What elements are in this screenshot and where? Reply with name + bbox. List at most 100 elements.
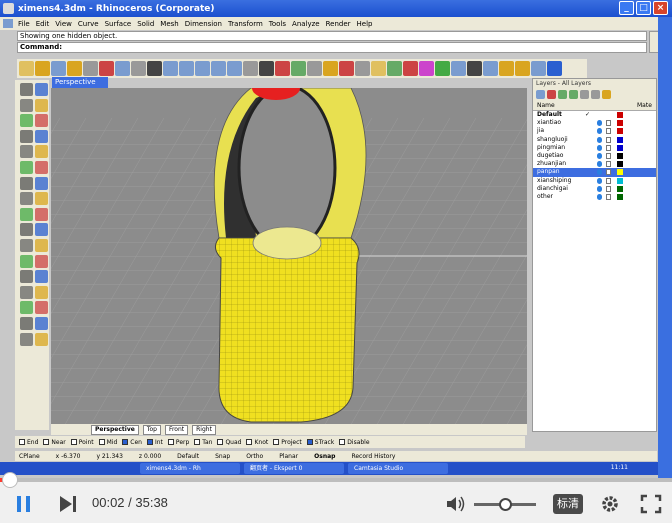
layer-row[interactable]: other [533,193,656,201]
visibility-bulb-icon[interactable] [597,185,602,192]
lock-icon[interactable] [467,61,482,76]
move-down-icon[interactable] [569,90,578,99]
osnap-mid[interactable]: Mid [98,439,117,446]
render-icon[interactable] [339,61,354,76]
layer-row[interactable]: pingmian [533,144,656,152]
layer-color-swatch[interactable] [617,193,623,200]
tab-perspective[interactable]: Perspective [91,424,139,435]
osnap-point[interactable]: Point [70,439,94,446]
polygon-icon[interactable] [20,145,33,159]
layer-color-swatch[interactable] [617,185,623,192]
zoom-dynamic-icon[interactable] [195,61,210,76]
menu-transform[interactable]: Transform [228,20,263,28]
properties-icon[interactable] [483,61,498,76]
array-icon[interactable] [35,301,48,315]
hide-icon[interactable] [355,61,370,76]
fillet-icon[interactable] [20,161,33,174]
osnap-quad[interactable]: Quad [217,439,241,446]
sphere-solid-icon[interactable] [35,207,48,221]
next-icon[interactable] [57,494,79,514]
checkbox[interactable] [246,439,253,445]
menu-tools[interactable]: Tools [269,20,286,28]
check-current-icon[interactable] [591,90,600,99]
rectangle-icon[interactable] [35,129,48,143]
shade-icon[interactable] [323,61,338,76]
layer-options-icon[interactable] [602,90,611,99]
point-icon[interactable] [35,83,48,96]
sphere-icon[interactable] [451,61,466,76]
seek-bar[interactable] [0,472,672,488]
taskbar-item-browser[interactable]: 翻页者 - Ekspert 0 [244,463,344,474]
boolean-icon[interactable] [20,223,33,237]
visibility-bulb-icon[interactable] [597,169,602,176]
help-icon[interactable] [547,61,562,76]
menu-mesh[interactable]: Mesh [160,20,178,28]
lock-icon[interactable] [606,177,611,184]
layer-row[interactable]: dugetiao [533,152,656,160]
loft-icon[interactable] [35,176,48,190]
lock-icon[interactable] [606,128,611,135]
layer-color-swatch[interactable] [617,120,623,127]
layer-row[interactable]: shangluoji [533,136,656,144]
tools-icon[interactable] [515,61,530,76]
layer-row[interactable]: jia [533,127,656,135]
zoom-selected-icon[interactable] [243,61,258,76]
curve-icon[interactable] [35,145,48,159]
osnap-perp[interactable]: Perp [167,439,189,446]
import-icon[interactable] [83,61,98,76]
menu-curve[interactable]: Curve [78,20,99,28]
split-icon[interactable] [20,239,33,252]
new-icon[interactable] [19,61,34,76]
layer-color-swatch[interactable] [617,177,623,184]
join-icon[interactable] [20,254,33,268]
fullscreen-icon[interactable] [640,494,662,514]
ellipse-icon[interactable] [20,129,33,143]
checkbox[interactable] [339,439,346,445]
checkbox[interactable] [217,439,224,445]
osnap-knot[interactable]: Knot [246,439,268,446]
layer-icon[interactable] [387,61,402,76]
tab-top[interactable]: Top [142,424,161,435]
copy-tool-icon[interactable] [35,270,48,284]
layer-row[interactable]: zhuanjian [533,160,656,168]
visibility-bulb-icon[interactable] [597,177,602,184]
checkbox[interactable] [194,439,201,445]
color-wheel-icon[interactable] [419,61,434,76]
menu-analyze[interactable]: Analyze [292,20,320,28]
status-osnap[interactable]: Osnap [314,453,335,460]
visibility-bulb-icon[interactable] [597,193,602,200]
volume-slider[interactable] [474,498,536,511]
perspective-viewport[interactable] [51,88,527,424]
undo-icon[interactable] [147,61,162,76]
menu-solid[interactable]: Solid [137,20,154,28]
menu-edit[interactable]: Edit [36,20,50,28]
tab-right[interactable]: Right [192,424,216,435]
cut-icon[interactable] [99,61,114,76]
visibility-bulb-icon[interactable] [597,128,602,135]
tab-front[interactable]: Front [164,424,189,435]
lock-icon[interactable] [606,144,611,151]
taskbar-item-rhino[interactable]: ximens4.3dm - Rh [140,463,240,474]
seek-handle[interactable] [2,472,18,488]
save-icon[interactable] [51,61,66,76]
explode-icon[interactable] [35,254,48,268]
snap-icon[interactable] [531,61,546,76]
line-icon[interactable] [20,98,33,112]
arc-icon[interactable] [35,114,48,128]
osnap-strack[interactable]: STrack [306,439,334,446]
taskbar-item-camtasia[interactable]: Camtasia Studio [348,463,448,474]
menu-dimension[interactable]: Dimension [185,20,222,28]
checkbox[interactable] [146,439,153,445]
lock-icon[interactable] [606,161,611,168]
lock-icon[interactable] [606,185,611,192]
layer-color-swatch[interactable] [617,144,623,151]
menu-render[interactable]: Render [326,20,351,28]
layer-color-swatch[interactable] [617,112,623,118]
options-icon[interactable] [499,61,514,76]
lock-icon[interactable] [606,120,611,127]
osnap-cen[interactable]: Cen [122,439,142,446]
material-icon[interactable] [403,61,418,76]
grid-icon[interactable] [291,61,306,76]
current-layer-check-icon[interactable]: ✓ [585,111,590,119]
checkbox[interactable] [98,439,105,445]
